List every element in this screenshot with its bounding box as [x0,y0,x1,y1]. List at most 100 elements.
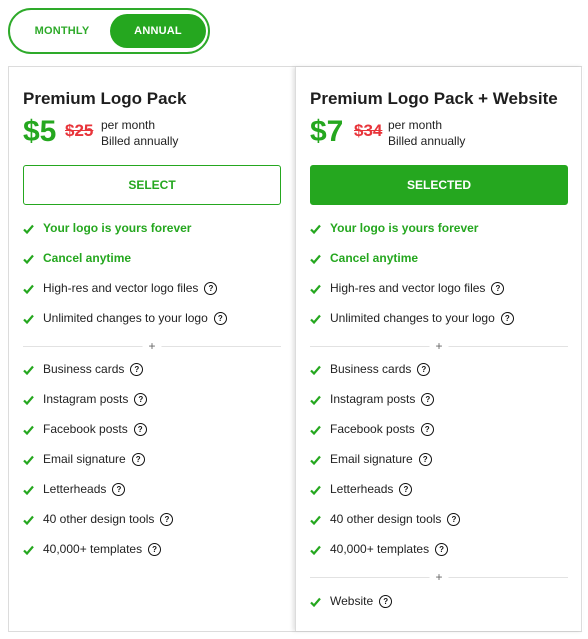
feature-item: Website? [310,592,393,611]
plan-price: $7 [310,115,344,148]
check-icon [23,220,35,238]
help-icon[interactable]: ? [420,423,434,437]
feature-item: Facebook posts? [23,420,147,438]
plan-old-price: $34 [354,121,383,140]
check-icon [310,220,322,238]
help-icon[interactable]: ? [399,483,413,497]
selected-button[interactable]: SELECTED [310,165,568,205]
plan-billing: per month Billed annually [101,117,178,149]
billing-toggle[interactable]: MONTHLY ANNUAL [8,8,210,54]
check-icon [310,511,322,529]
check-icon [310,593,322,611]
check-icon [23,511,35,529]
feature-label: 40,000+ templates [43,542,143,556]
check-icon [23,391,35,409]
feature-label: Your logo is yours forever [43,221,192,235]
feature-item: Email signature? [310,450,432,468]
feature-label: Instagram posts [43,392,129,406]
help-icon[interactable]: ? [134,393,148,407]
help-icon[interactable]: ? [447,513,461,527]
feature-item: 40 other design tools? [310,510,461,529]
help-icon[interactable]: ? [417,363,431,377]
feature-label: Cancel anytime [330,251,419,265]
help-icon[interactable]: ? [131,453,145,467]
plan-price: $5 [23,115,57,148]
feature-label: Letterheads [43,482,107,496]
feature-item: Cancel anytime [310,249,418,267]
feature-separator: + [310,338,568,354]
select-button[interactable]: SELECT [23,165,281,205]
plan-per: per month [101,118,156,132]
plan-old-price: $25 [65,121,94,140]
plus-icon: + [142,338,162,354]
feature-label: Unlimited changes to your logo [43,311,208,325]
help-icon[interactable]: ? [112,483,126,497]
help-icon[interactable]: ? [500,312,514,326]
toggle-monthly[interactable]: MONTHLY [14,14,110,48]
feature-item: Instagram posts? [310,390,435,409]
check-icon [23,481,35,499]
check-icon [310,481,322,499]
feature-label: Email signature [43,452,126,466]
feature-label: Unlimited changes to your logo [330,311,495,325]
feature-label: 40,000+ templates [330,542,430,556]
feature-item: Instagram posts? [23,390,148,409]
plans-container: Premium Logo Pack $5 $25 per month Bille… [8,66,582,632]
help-icon[interactable]: ? [133,423,147,437]
feature-label: Instagram posts [330,392,416,406]
check-icon [310,421,322,439]
plus-icon: + [429,338,449,354]
help-icon[interactable]: ? [148,543,162,557]
check-icon [310,451,322,469]
feature-item: 40 other design tools? [23,510,174,529]
feature-item: Unlimited changes to your logo? [23,309,227,327]
feature-item: High-res and vector logo files? [310,279,505,298]
help-icon[interactable]: ? [130,363,144,377]
feature-item: Business cards? [310,360,431,379]
check-icon [310,361,322,379]
plan-per: per month [388,118,443,132]
feature-label: High-res and vector logo files [43,281,199,295]
check-icon [310,391,322,409]
feature-label: Business cards [43,362,125,376]
feature-label: Facebook posts [43,422,128,436]
check-icon [23,421,35,439]
help-icon[interactable]: ? [435,543,449,557]
check-icon [23,280,35,298]
feature-label: Cancel anytime [43,251,132,265]
check-icon [310,250,322,268]
help-icon[interactable]: ? [421,393,435,407]
feature-item: Letterheads? [23,480,126,499]
plus-icon: + [429,569,449,585]
feature-label: Facebook posts [330,422,415,436]
help-icon[interactable]: ? [418,453,432,467]
help-icon[interactable]: ? [213,312,227,326]
feature-item: 40,000+ templates? [23,540,162,559]
help-icon[interactable]: ? [379,595,393,609]
help-icon[interactable]: ? [160,513,174,527]
feature-label: 40 other design tools [330,512,442,526]
feature-item: Unlimited changes to your logo? [310,309,514,327]
check-icon [310,310,322,328]
feature-separator: + [23,338,281,354]
feature-item: Your logo is yours forever [310,219,478,237]
feature-item: High-res and vector logo files? [23,279,218,298]
feature-label: 40 other design tools [43,512,155,526]
feature-item: Cancel anytime [23,249,131,267]
plan-billed: Billed annually [101,134,179,148]
feature-label: Your logo is yours forever [330,221,479,235]
check-icon [310,280,322,298]
feature-label: Business cards [330,362,412,376]
feature-item: Your logo is yours forever [23,219,191,237]
toggle-annual[interactable]: ANNUAL [110,14,206,48]
plan-billed: Billed annually [388,134,466,148]
feature-item: Email signature? [23,450,145,468]
feature-label: Letterheads [330,482,394,496]
feature-label: High-res and vector logo files [330,281,486,295]
help-icon[interactable]: ? [204,282,218,296]
check-icon [23,541,35,559]
check-icon [23,250,35,268]
plan-card-logo-pack: Premium Logo Pack $5 $25 per month Bille… [9,67,295,631]
help-icon[interactable]: ? [491,282,505,296]
feature-separator: + [310,569,568,585]
